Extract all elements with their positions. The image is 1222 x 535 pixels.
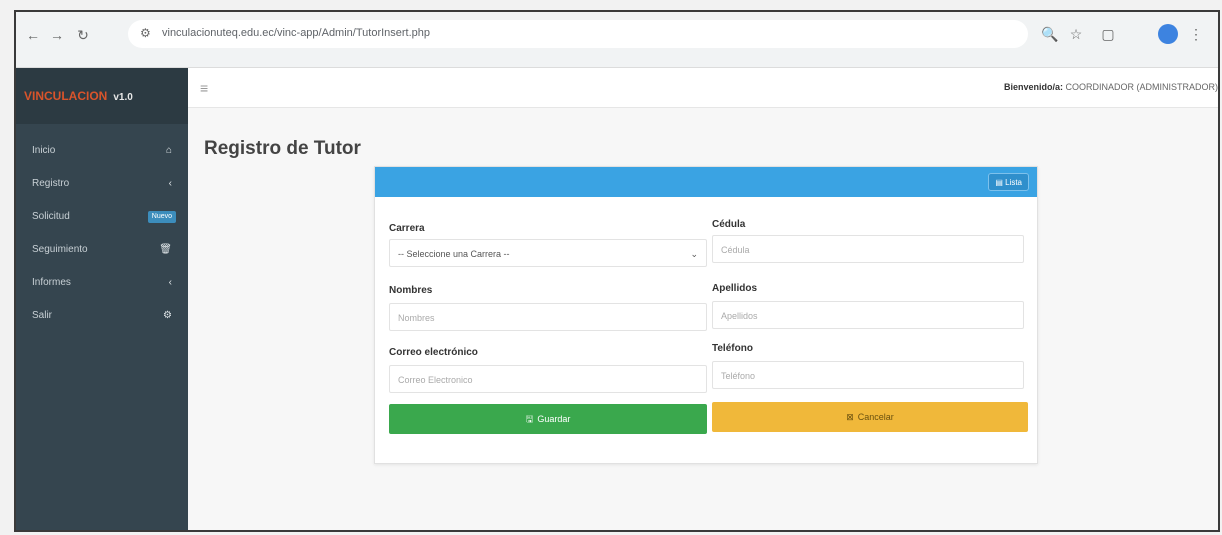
hamburger-menu-icon[interactable]: ≡ [200,80,208,96]
sidebar: VINCULACION v1.0 Inicio ⌂ Registro ‹ Soli… [16,68,188,530]
profile-icon[interactable] [1158,24,1178,44]
save-button[interactable]: 🖫 Guardar [389,404,707,434]
sidebar-item-label: Inicio [32,145,56,156]
telefono-input[interactable]: Teléfono [712,361,1024,389]
cedula-input[interactable]: Cédula [712,235,1024,263]
chevron-down-icon: ⌄ [690,249,698,259]
cancel-button[interactable]: ⊠ Cancelar [712,402,1028,432]
zoom-icon[interactable]: 🔍 [1040,24,1060,44]
address-bar[interactable]: ⚙ vinculacionuteq.edu.ec/vinc-app/Admin/… [128,20,1028,48]
welcome-text: Bienvenido/a: COORDINADOR (ADMINISTRADOR… [1003,82,1219,92]
carrera-select[interactable]: -- Seleccione una Carrera -- ⌄ [389,239,707,267]
gear-icon: ⚙ [163,310,172,321]
apellidos-label: Apellidos [712,283,758,294]
cedula-label: Cédula [712,219,746,230]
tutor-form-card: ▤ Lista Carrera -- Seleccione una Carrer… [374,166,1038,464]
correo-label: Correo electrónico [389,347,478,358]
url-text[interactable]: vinculacionuteq.edu.ec/vinc-app/Admin/Tu… [162,27,430,39]
back-arrow-icon[interactable]: ← [24,26,42,44]
sidebar-item-solicitud[interactable]: Solicitud Nuevo [16,200,188,233]
browser-window: ← → ↻ ⚙ vinculacionuteq.edu.ec/vinc-app/… [14,10,1220,532]
star-icon[interactable]: ☆ [1066,24,1086,44]
sidebar-item-registro[interactable]: Registro ‹ [16,167,188,200]
kebab-menu-icon[interactable]: ⋮ [1186,24,1206,44]
sidebar-item-label: Seguimiento [32,244,88,255]
top-navbar: ≡ Bienvenido/a: COORDINADOR (ADMINISTRAD… [188,68,1219,108]
nombres-input[interactable]: Nombres [389,303,707,331]
sidebar-item-label: Registro [32,178,70,189]
main-content: ≡ Bienvenido/a: COORDINADOR (ADMINISTRAD… [188,68,1219,530]
reload-icon[interactable]: ↻ [74,26,92,44]
telefono-label: Teléfono [712,343,753,354]
chevron-left-icon: ‹ [168,178,172,189]
site-info-icon[interactable]: ⚙ [140,26,151,40]
browser-toolbar: ← → ↻ ⚙ vinculacionuteq.edu.ec/vinc-app/… [16,12,1218,68]
forward-arrow-icon[interactable]: → [48,26,66,44]
current-user: COORDINADOR (ADMINISTRADOR) [1065,82,1219,92]
chevron-left-icon: ‹ [168,277,172,288]
sidebar-item-inicio[interactable]: Inicio ⌂ [16,134,188,167]
home-icon: ⌂ [165,145,172,156]
nombres-label: Nombres [389,285,433,296]
apellidos-input[interactable]: Apellidos [712,301,1024,329]
sidebar-item-seguimiento[interactable]: Seguimiento 🗑 [16,233,188,266]
card-header: ▤ Lista [375,167,1037,197]
list-button[interactable]: ▤ Lista [988,173,1029,191]
correo-input[interactable]: Correo Electronico [389,365,707,393]
sidebar-panel-icon[interactable]: ▢ [1098,24,1118,44]
save-icon: 🖫 [525,414,534,424]
sidebar-item-label: Salir [32,310,53,321]
brand-logo[interactable]: VINCULACION v1.0 [16,68,188,124]
cancel-icon: ⊠ [846,412,854,422]
sidebar-item-label: Informes [32,277,71,288]
sidebar-item-label: Solicitud [32,211,70,222]
trash-icon: 🗑 [159,244,172,255]
carrera-label: Carrera [389,223,425,234]
sidebar-item-informes[interactable]: Informes ‹ [16,266,188,299]
new-badge: Nuevo [147,211,176,223]
sidebar-item-salir[interactable]: Salir ⚙ [16,299,188,332]
page-title: Registro de Tutor [204,138,361,159]
sidebar-menu: Inicio ⌂ Registro ‹ Solicitud Nuevo Segu… [16,134,188,332]
